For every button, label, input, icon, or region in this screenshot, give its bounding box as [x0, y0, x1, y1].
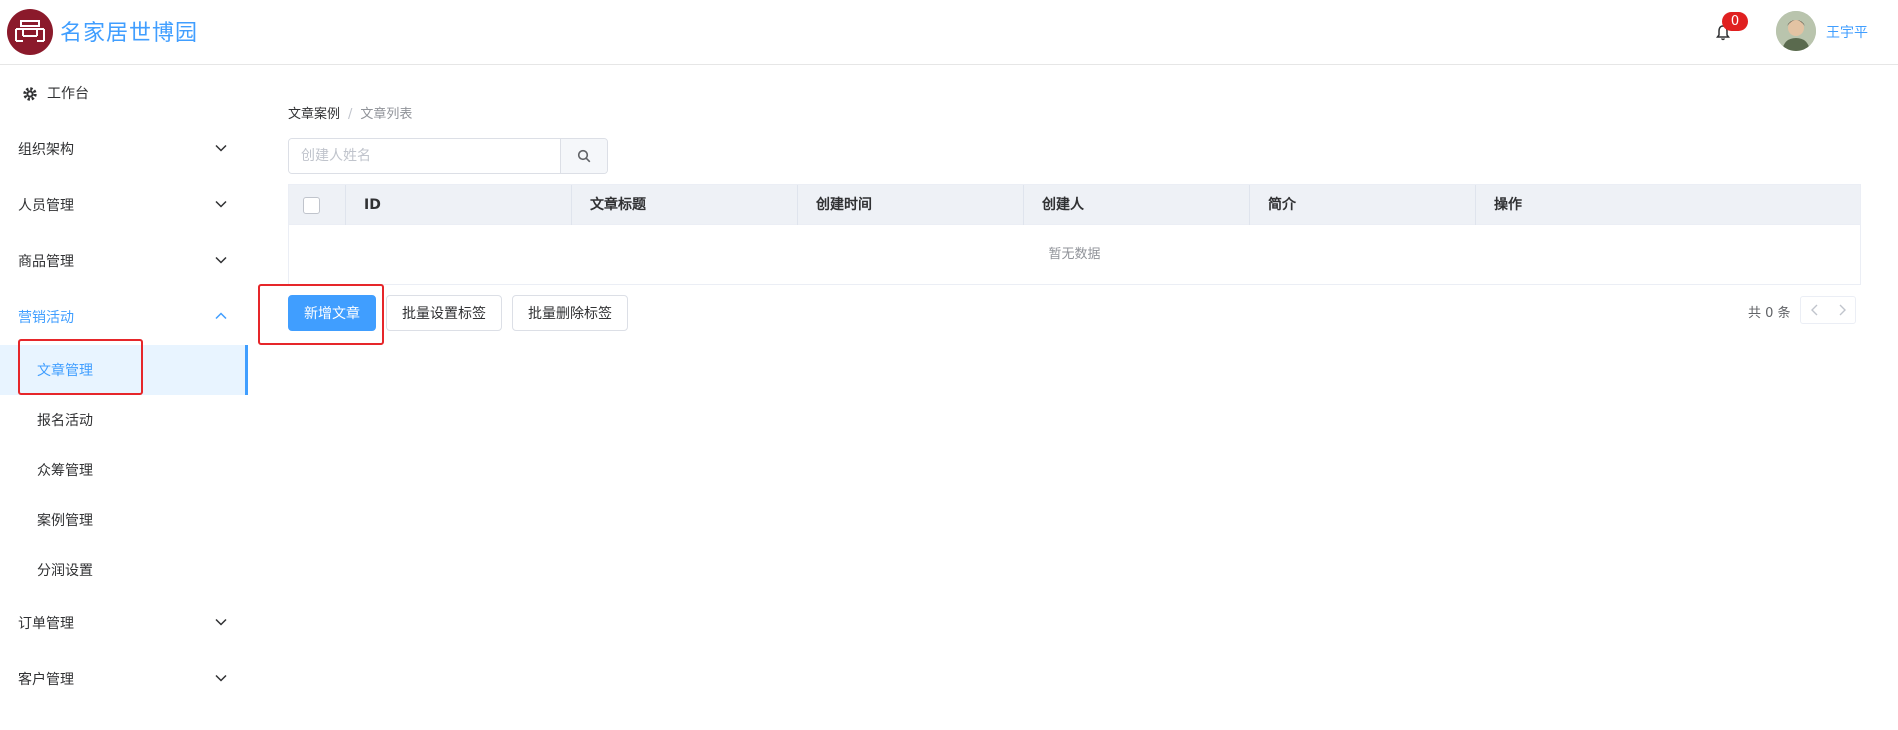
search-button[interactable] — [560, 139, 607, 173]
breadcrumb-separator: / — [348, 107, 353, 122]
sidebar-subitem-signup[interactable]: 报名活动 — [0, 395, 248, 445]
sidebar-item-label: 组织架构 — [18, 142, 74, 158]
next-page-button[interactable] — [1828, 297, 1855, 323]
column-header-id: ID — [346, 185, 572, 225]
sidebar-item-label: 客户管理 — [18, 672, 74, 688]
batch-set-tags-button[interactable]: 批量设置标签 — [386, 295, 502, 331]
sidebar-item-label: 人员管理 — [18, 198, 74, 214]
table-header-select — [289, 185, 346, 225]
chevron-left-icon — [1810, 304, 1817, 316]
sidebar-subitem-crowdfunding[interactable]: 众筹管理 — [0, 445, 248, 495]
sidebar-subitem-label: 报名活动 — [37, 413, 93, 429]
column-header-title: 文章标题 — [572, 185, 798, 225]
chevron-down-icon — [215, 618, 227, 626]
chevron-right-icon — [1839, 304, 1846, 316]
sidebar-subitem-cases[interactable]: 案例管理 — [0, 495, 248, 545]
sidebar-item-org[interactable]: 组织架构 — [0, 121, 248, 177]
sidebar-item-workbench[interactable]: 工作台 — [0, 65, 248, 121]
username[interactable]: 王宇平 — [1826, 22, 1868, 42]
column-header-created-time: 创建时间 — [798, 185, 1024, 225]
sidebar-subitem-articles[interactable]: 文章管理 — [0, 345, 248, 395]
sidebar-subitem-label: 文章管理 — [37, 363, 93, 379]
sidebar-subitem-profit-sharing[interactable]: 分润设置 — [0, 545, 248, 595]
articles-table: ID 文章标题 创建时间 创建人 简介 操作 暂无数据 — [288, 184, 1861, 285]
add-article-button[interactable]: 新增文章 — [288, 295, 376, 331]
sidebar-item-label: 营销活动 — [18, 310, 74, 326]
sidebar-item-label: 订单管理 — [18, 616, 74, 632]
column-header-summary: 简介 — [1250, 185, 1476, 225]
sidebar-item-staff[interactable]: 人员管理 — [0, 177, 248, 233]
sidebar: 工作台 组织架构 人员管理 商品管理 营销活动 文章管理 报名活动 众筹管理 案… — [0, 65, 248, 730]
breadcrumb-current: 文章列表 — [360, 107, 413, 122]
table-header: ID 文章标题 创建时间 创建人 简介 操作 — [289, 185, 1860, 225]
batch-delete-tags-button[interactable]: 批量删除标签 — [512, 295, 628, 331]
breadcrumb: 文章案例 / 文章列表 — [288, 103, 412, 122]
chevron-down-icon — [215, 144, 227, 152]
column-header-actions: 操作 — [1494, 197, 1522, 213]
search-group — [288, 138, 608, 174]
table-empty-text: 暂无数据 — [1048, 247, 1101, 262]
creator-name-input[interactable] — [289, 139, 560, 173]
chevron-down-icon — [215, 200, 227, 208]
column-header-creator: 创建人 — [1024, 185, 1250, 225]
search-icon — [577, 149, 591, 163]
sidebar-subitem-label: 分润设置 — [37, 563, 93, 579]
user-avatar[interactable] — [1776, 11, 1816, 51]
gear-icon — [23, 87, 37, 101]
sidebar-subitem-label: 案例管理 — [37, 513, 93, 529]
sidebar-item-label: 工作台 — [47, 86, 89, 102]
sidebar-item-products[interactable]: 商品管理 — [0, 233, 248, 289]
brand-name: 名家居世博园 — [60, 21, 199, 46]
pagination — [1800, 296, 1856, 324]
sidebar-item-marketing[interactable]: 营销活动 — [0, 289, 248, 345]
chevron-down-icon — [215, 674, 227, 682]
pagination-total: 共 0 条 — [1748, 306, 1791, 321]
sidebar-item-partial[interactable] — [0, 707, 248, 730]
sidebar-subitem-label: 众筹管理 — [37, 463, 93, 479]
select-all-checkbox[interactable] — [303, 197, 320, 214]
breadcrumb-parent[interactable]: 文章案例 — [288, 107, 340, 122]
chevron-down-icon — [215, 256, 227, 264]
chevron-up-icon — [215, 312, 227, 320]
notification-badge: 0 — [1722, 12, 1748, 31]
logo-icon — [7, 9, 53, 55]
sidebar-item-label: 商品管理 — [18, 254, 74, 270]
top-header: 名家居世博园 0 王宇平 — [0, 0, 1898, 65]
prev-page-button[interactable] — [1801, 297, 1828, 323]
sidebar-item-customers[interactable]: 客户管理 — [0, 651, 248, 707]
sidebar-item-orders[interactable]: 订单管理 — [0, 595, 248, 651]
